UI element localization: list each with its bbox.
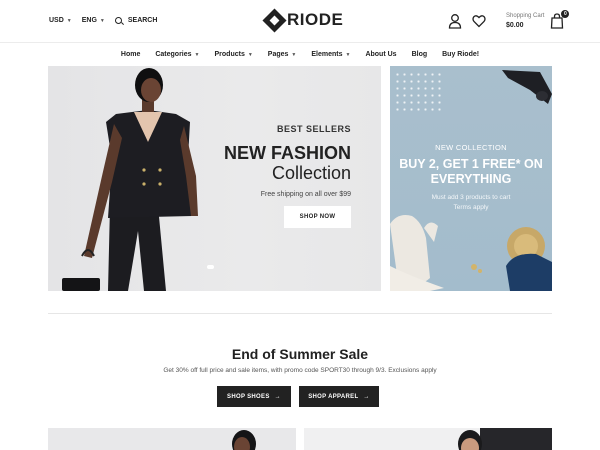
brand-name: RIODE [287,10,344,29]
chevron-down-icon: ▼ [247,51,253,58]
hero-banner: BEST SELLERS NEW FASHION Collection Free… [48,66,381,291]
nav-label: Products [214,51,245,58]
language-label: ENG [81,17,97,24]
women-model-image [232,430,256,450]
arrow-right-icon: → [363,393,370,400]
nav-item-products[interactable]: Products ▼ [215,51,253,58]
sale-title: End of Summer Sale [231,346,369,362]
currency-selector[interactable]: USD ▼ [49,17,72,24]
promo-title-line1: BUY 2, GET 1 FREE* ON [399,157,543,171]
nav-item-blog[interactable]: Blog [412,51,428,58]
language-selector[interactable]: ENG ▼ [82,17,105,24]
currency-label: USD [49,17,64,24]
cart-label: Shopping Cart [506,13,545,19]
nav-item-about-us[interactable]: About Us [365,51,396,58]
promo-kicker: NEW COLLECTION [435,143,507,152]
cart-summary[interactable]: Shopping Cart $0.00 [506,12,544,30]
promo-title-line2: EVERYTHING [430,172,512,186]
search-toggle[interactable]: SEARCH [114,17,158,24]
main-nav: Home Categories ▼ Products ▼ Pages ▼ Ele… [0,44,600,65]
nav-item-buy-riode[interactable]: Buy Riode! [442,51,479,58]
search-label: SEARCH [127,17,158,24]
header-right-tools: Shopping Cart $0.00 0 [448,10,570,30]
nav-item-categories[interactable]: Categories ▼ [155,51,199,58]
brand-logo[interactable]: RIODE [262,7,344,33]
nav-item-home[interactable]: Home [121,51,140,58]
men-model-image [458,428,552,450]
nav-label: Elements [311,51,343,58]
sale-note: Get 30% off full price and sale items, w… [163,367,437,374]
cart-count-badge: 0 [561,10,570,18]
promo-copy: NEW COLLECTION BUY 2, GET 1 FREE* ON EVE… [390,143,552,213]
nav-label: Buy Riode! [442,51,480,58]
search-icon [114,17,122,24]
cart-button[interactable]: 0 [550,10,570,29]
shop-apparel-label: SHOP APPAREL [308,393,359,400]
section-divider [48,313,552,314]
hero-kicker: BEST SELLERS [276,124,351,134]
nav-label: Categories [155,51,192,58]
promo-note-line1: Must add 3 products to cart [431,194,511,201]
hero-copy: BEST SELLERS NEW FASHION Collection Free… [224,124,351,198]
shop-shoes-button[interactable]: SHOP SHOES → [217,386,291,407]
header-left-tools: USD ▼ ENG ▼ SEARCH [49,17,157,24]
nav-label: Blog [411,51,428,58]
hero-note: Free shipping on all over $99 [260,191,351,198]
shop-apparel-button[interactable]: SHOP APPAREL → [299,386,379,407]
top-header: USD ▼ ENG ▼ SEARCH RIODE Shopping Cart $… [0,0,600,43]
nav-item-elements[interactable]: Elements ▼ [311,51,350,58]
hero-title: NEW FASHION [223,143,351,163]
hero-subtitle: Collection [271,163,351,183]
shop-now-button[interactable]: SHOP NOW [284,206,351,228]
arrow-right-icon: → [274,393,281,400]
slider-dot[interactable] [207,265,214,269]
nav-label: About Us [365,51,397,58]
user-account-icon[interactable] [448,13,462,29]
heart-wishlist-icon[interactable] [472,13,486,29]
nav-label: Pages [267,51,289,58]
cart-total: $0.00 [506,22,524,29]
logo-diamond-icon [262,7,287,33]
chevron-down-icon: ▼ [194,51,200,58]
nav-item-pages[interactable]: Pages ▼ [268,51,297,58]
shop-shoes-label: SHOP SHOES [227,393,270,400]
chevron-down-icon: ▼ [291,51,297,58]
promo-banner[interactable]: NEW COLLECTION BUY 2, GET 1 FREE* ON EVE… [390,66,552,291]
category-tile-women[interactable] [48,428,296,450]
nav-label: Home [120,51,141,58]
chevron-down-icon: ▼ [66,17,72,24]
chevron-down-icon: ▼ [345,51,351,58]
promo-note-line2: Terms apply [453,204,489,211]
hero-model-image [62,68,198,291]
chevron-down-icon: ▼ [99,17,105,24]
category-tile-men[interactable] [304,428,552,450]
